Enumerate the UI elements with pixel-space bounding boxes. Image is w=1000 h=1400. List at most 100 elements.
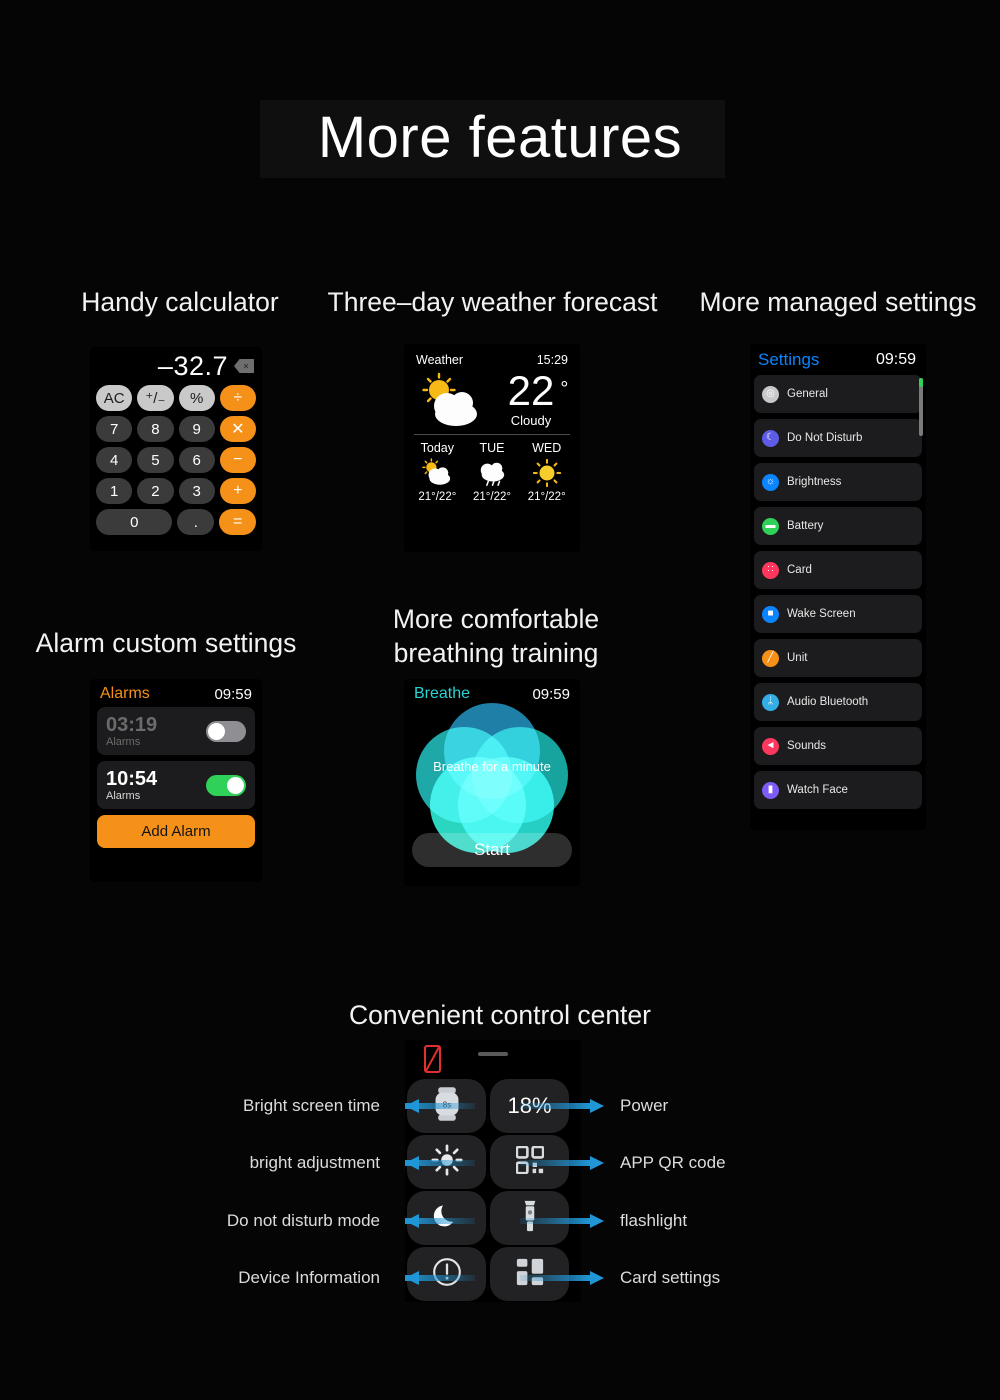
settings-item-wake-screen[interactable]: ■ Wake Screen xyxy=(754,595,922,633)
settings-item-general[interactable]: ◎ General xyxy=(754,375,922,413)
cc-arrow-left xyxy=(385,1155,475,1170)
toggle-knob xyxy=(227,776,244,794)
calc-key-0[interactable]: 0 xyxy=(96,509,173,535)
calc-key-4[interactable]: 4 xyxy=(96,447,133,473)
settings-item-label: Watch Face xyxy=(787,784,848,796)
cc-arrow-right xyxy=(520,1098,610,1113)
drag-handle[interactable] xyxy=(478,1052,508,1056)
cc-left-label: Bright screen time xyxy=(243,1096,380,1115)
settings-item-label: Unit xyxy=(787,652,808,664)
wake-screen-icon: ■ xyxy=(762,605,779,623)
breathe-screen[interactable]: Breathe 09:59 Breathe for a minute Start xyxy=(404,679,580,886)
cc-right-label: flashlight xyxy=(620,1211,688,1230)
alarm-item-text: 03:19 Alarms xyxy=(106,714,157,749)
speaker-icon: ◄ xyxy=(762,737,779,755)
cc-right-label: Card settings xyxy=(620,1268,721,1287)
calc-key-3[interactable]: 3 xyxy=(178,478,215,504)
settings-list: ◎ General ☾ Do Not Disturb ☼ Brightness ▬ Batte… xyxy=(750,375,926,809)
alarm-item-label: Alarms xyxy=(106,789,141,802)
forecast-day-name: TUE xyxy=(479,441,505,455)
settings-statusbar: Settings 09:59 xyxy=(750,344,926,375)
breathe-flower-graphic: Breathe for a minute xyxy=(404,701,580,853)
weather-forecast-day: Today 21°/22° xyxy=(410,441,465,503)
forecast-day-range: 21°/22° xyxy=(473,491,511,503)
calc-key-6[interactable]: 6 xyxy=(178,447,215,473)
alarm-item[interactable]: 10:54 Alarms xyxy=(97,761,255,809)
alarm-item[interactable]: 03:19 Alarms xyxy=(97,707,255,755)
calculator-keypad: AC ⁺/₋% ÷ 7 8 9 ✕ 4 5 6−1 2 3 +0. = xyxy=(90,385,262,535)
calculator-row: 4 5 6− xyxy=(96,447,256,473)
alarms-statusbar: Alarms 09:59 xyxy=(90,679,262,707)
settings-item-card[interactable]: ∷ Card xyxy=(754,551,922,589)
alarm-item-time: 10:54 xyxy=(106,767,158,790)
sun-behind-cloud-icon xyxy=(412,370,490,428)
sun-icon xyxy=(519,457,574,489)
alarms-screen[interactable]: Alarms 09:59 03:19 Alarms 10:54 Alarms Add … xyxy=(90,679,262,882)
calc-key-2[interactable]: 2 xyxy=(137,478,174,504)
backspace-icon[interactable]: × xyxy=(234,359,254,373)
settings-screen[interactable]: Settings 09:59 ◎ General ☾ Do Not Disturb ☼ B… xyxy=(750,344,926,830)
weather-forecast-day: TUE 21°/22° xyxy=(465,441,520,503)
heading-control-center: Convenient control center xyxy=(349,1000,651,1030)
calc-key-9[interactable]: 9 xyxy=(178,416,215,442)
calculator-row: 1 2 3 + xyxy=(96,478,256,504)
add-alarm-button[interactable]: Add Alarm xyxy=(97,815,255,848)
settings-item-audio-bluetooth[interactable]: ᛦ Audio Bluetooth xyxy=(754,683,922,721)
alarm-item-text: 10:54 Alarms xyxy=(106,768,157,803)
alarm-toggle[interactable] xyxy=(206,720,246,742)
alarms-title: Alarms xyxy=(100,685,150,702)
cc-arrow-right xyxy=(520,1213,610,1228)
heading-calculator: Handy calculator xyxy=(81,287,279,317)
heading-alarm: Alarm custom settings xyxy=(35,628,297,658)
page-title: More features xyxy=(317,105,683,170)
cc-arrow-left xyxy=(385,1270,475,1285)
calc-key-AC[interactable]: AC xyxy=(96,385,133,411)
settings-item-label: Do Not Disturb xyxy=(787,432,863,444)
calc-key-[interactable]: ÷ xyxy=(219,385,256,411)
settings-item-unit[interactable]: ╱ Unit xyxy=(754,639,922,677)
settings-item-watch-face[interactable]: ▮ Watch Face xyxy=(754,771,922,809)
control-center-screen[interactable]: 8s18% xyxy=(405,1040,581,1302)
alarms-list: 03:19 Alarms 10:54 Alarms xyxy=(90,707,262,809)
settings-item-brightness[interactable]: ☼ Brightness xyxy=(754,463,922,501)
toggle-knob xyxy=(208,722,225,740)
calc-key-[interactable]: + xyxy=(219,478,256,504)
heading-settings: More managed settings xyxy=(699,287,977,317)
card-icon: ∷ xyxy=(762,561,779,579)
calculator-screen[interactable]: –32.7 × AC ⁺/₋% ÷ 7 8 9 ✕ 4 5 6−1 2 3 +0. = xyxy=(90,347,262,551)
calculator-display: –32.7 × xyxy=(90,347,262,385)
alarm-toggle[interactable] xyxy=(206,774,246,796)
calc-key-[interactable]: − xyxy=(219,447,256,473)
settings-item-sounds[interactable]: ◄ Sounds xyxy=(754,727,922,765)
calc-key-[interactable]: ✕ xyxy=(219,416,256,442)
settings-item-do-not-disturb[interactable]: ☾ Do Not Disturb xyxy=(754,419,922,457)
calc-key-[interactable]: % xyxy=(178,385,215,411)
settings-time: 09:59 xyxy=(875,351,916,368)
cloud-with-rain-icon xyxy=(465,457,520,489)
weather-statusbar: Weather 15:29 xyxy=(404,344,580,367)
settings-item-label: Audio Bluetooth xyxy=(787,696,869,708)
cc-left-label: Device Information xyxy=(238,1268,380,1287)
calc-key-1[interactable]: 1 xyxy=(96,478,133,504)
battery-icon: ▬ xyxy=(762,517,779,535)
settings-item-label: Wake Screen xyxy=(787,608,856,620)
calc-key-8[interactable]: 8 xyxy=(137,416,174,442)
heading-breathe-line1: More comfortable xyxy=(392,604,600,634)
calc-key-[interactable]: = xyxy=(219,509,256,535)
battery-disabled-icon xyxy=(424,1045,441,1073)
breathe-time: 09:59 xyxy=(532,685,570,703)
settings-scroll-indicator xyxy=(919,378,923,387)
control-center-section: 8s18% Bright screen time bright adjustmen… xyxy=(0,1040,1000,1340)
settings-item-label: Sounds xyxy=(787,740,827,752)
calc-key-[interactable]: ⁺/₋ xyxy=(137,385,174,411)
settings-item-label: Card xyxy=(787,564,812,576)
sun-behind-cloud-icon xyxy=(410,457,465,489)
calc-key-7[interactable]: 7 xyxy=(96,416,133,442)
settings-item-battery[interactable]: ▬ Battery xyxy=(754,507,922,545)
weather-temperature: 22 ° xyxy=(507,367,569,414)
weather-screen[interactable]: Weather 15:29 22 ° Cloudy Today 21°/22° … xyxy=(404,344,580,552)
settings-title: Settings xyxy=(758,350,820,369)
calc-key-5[interactable]: 5 xyxy=(137,447,174,473)
calc-key-[interactable]: . xyxy=(177,509,215,535)
cc-arrow-right xyxy=(520,1155,610,1170)
